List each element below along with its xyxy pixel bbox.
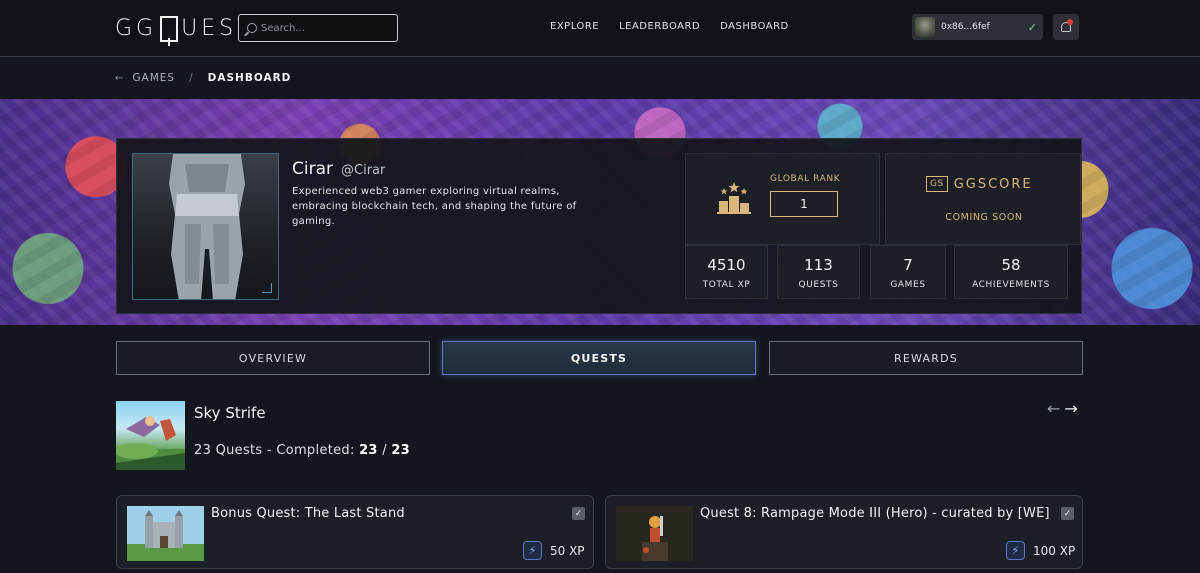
tab-quests[interactable]: QUESTS: [442, 341, 756, 375]
check-icon: ✓: [1027, 20, 1037, 34]
avatar-corner-mark: [262, 283, 272, 293]
search-box[interactable]: [238, 14, 398, 42]
stat-label: TOTAL XP: [702, 280, 751, 290]
search-input[interactable]: [261, 22, 391, 34]
profile-handle: @Cirar: [341, 163, 386, 178]
game-thumbnail[interactable]: [116, 401, 185, 470]
notification-dot: [1067, 19, 1073, 25]
notifications-button[interactable]: [1053, 14, 1079, 40]
ggscore-panel: GS GGSCORE COMING SOON: [885, 153, 1081, 245]
quest-card[interactable]: Quest 8: Rampage Mode III (Hero) - curat…: [605, 495, 1083, 569]
stat-value: 7: [903, 256, 913, 274]
profile-card: Cirar @Cirar Experienced web3 gamer expl…: [116, 138, 1082, 314]
ggscore-status: COMING SOON: [945, 212, 1023, 223]
stat-value: 4510: [707, 256, 746, 274]
quest-thumbnail: [616, 506, 693, 561]
nav-dashboard[interactable]: DASHBOARD: [720, 21, 789, 32]
logo-q-icon: [160, 16, 179, 46]
ggscore-badge: GS: [926, 176, 948, 192]
profile-avatar: [132, 153, 279, 300]
search-icon: [247, 23, 257, 33]
quest-art: [616, 506, 693, 561]
global-rank-value: 1: [770, 191, 838, 217]
stat-games: 7 GAMES: [870, 245, 946, 299]
breadcrumb-games[interactable]: GAMES: [132, 72, 175, 84]
profile-name-row: Cirar @Cirar: [292, 159, 385, 179]
stat-value: 58: [1001, 256, 1021, 274]
ggquest-logo[interactable]: GG UEST: [115, 14, 255, 46]
stat-label: GAMES: [890, 280, 926, 290]
tab-overview[interactable]: OVERVIEW: [116, 341, 430, 375]
breadcrumb-separator: /: [189, 72, 194, 84]
quest-xp-value: 50 XP: [550, 543, 585, 558]
back-arrow-icon[interactable]: ←: [115, 73, 124, 84]
stat-achievements: 58 ACHIEVEMENTS: [954, 245, 1068, 299]
tab-rewards[interactable]: REWARDS: [769, 341, 1083, 375]
profile-bio: Experienced web3 gamer exploring virtual…: [292, 186, 577, 227]
global-rank-panel: GLOBAL RANK 1: [685, 153, 880, 245]
game-progress: 23 Quests - Completed: 23 / 23: [194, 443, 410, 458]
lightning-icon: ⚡: [1006, 541, 1025, 560]
progress-prefix: 23 Quests - Completed:: [194, 443, 360, 458]
quest-thumbnail: [127, 506, 204, 561]
stat-value: 113: [804, 256, 833, 274]
arrow-left-icon[interactable]: ←: [1047, 399, 1060, 418]
quest-title: Bonus Quest: The Last Stand: [211, 506, 405, 521]
main-nav: EXPLORE LEADERBOARD DASHBOARD: [550, 21, 809, 32]
game-title: Sky Strife: [194, 404, 266, 422]
nav-leaderboard[interactable]: LEADERBOARD: [619, 21, 700, 32]
quest-title: Quest 8: Rampage Mode III (Hero) - curat…: [700, 506, 1050, 521]
wallet-button[interactable]: 0x86...6fef ✓: [912, 14, 1043, 40]
progress-total: 23: [391, 443, 411, 458]
breadcrumb: ← GAMES / DASHBOARD: [115, 72, 291, 84]
wallet-avatar: [915, 17, 935, 37]
game-art: [116, 416, 185, 470]
quest-xp: ⚡ 50 XP: [523, 541, 585, 560]
game-nav-arrows: ← →: [1047, 399, 1078, 418]
quest-xp: ⚡ 100 XP: [1006, 541, 1075, 560]
profile-name: Cirar: [292, 159, 333, 179]
lightning-icon: ⚡: [523, 541, 542, 560]
breadcrumb-current: DASHBOARD: [207, 72, 292, 84]
stat-label: ACHIEVEMENTS: [972, 280, 1050, 290]
logo-text-left: GG: [115, 15, 158, 41]
quest-xp-value: 100 XP: [1033, 543, 1076, 558]
nav-explore[interactable]: EXPLORE: [550, 21, 599, 32]
global-rank-label: GLOBAL RANK: [770, 174, 841, 184]
quest-card[interactable]: Bonus Quest: The Last Stand ✓ ⚡ 50 XP: [116, 495, 594, 569]
completed-checkbox-icon: ✓: [572, 507, 585, 520]
wallet-address: 0x86...6fef: [941, 22, 990, 32]
ggscore-logo: GS GGSCORE: [926, 176, 1033, 192]
progress-separator: /: [377, 443, 392, 458]
completed-checkbox-icon: ✓: [1061, 507, 1074, 520]
podium-icon: [717, 182, 751, 214]
ggscore-label: GGSCORE: [953, 176, 1033, 192]
stat-total-xp: 4510 TOTAL XP: [685, 245, 768, 299]
quest-art: [127, 506, 204, 561]
arrow-right-icon[interactable]: →: [1064, 399, 1077, 418]
top-navbar: GG UEST EXPLORE LEADERBOARD DASHBOARD 0x…: [0, 0, 1200, 57]
stat-quests: 113 QUESTS: [777, 245, 860, 299]
avatar-image: [169, 154, 245, 299]
progress-completed: 23: [359, 443, 378, 458]
stat-label: QUESTS: [798, 280, 839, 290]
